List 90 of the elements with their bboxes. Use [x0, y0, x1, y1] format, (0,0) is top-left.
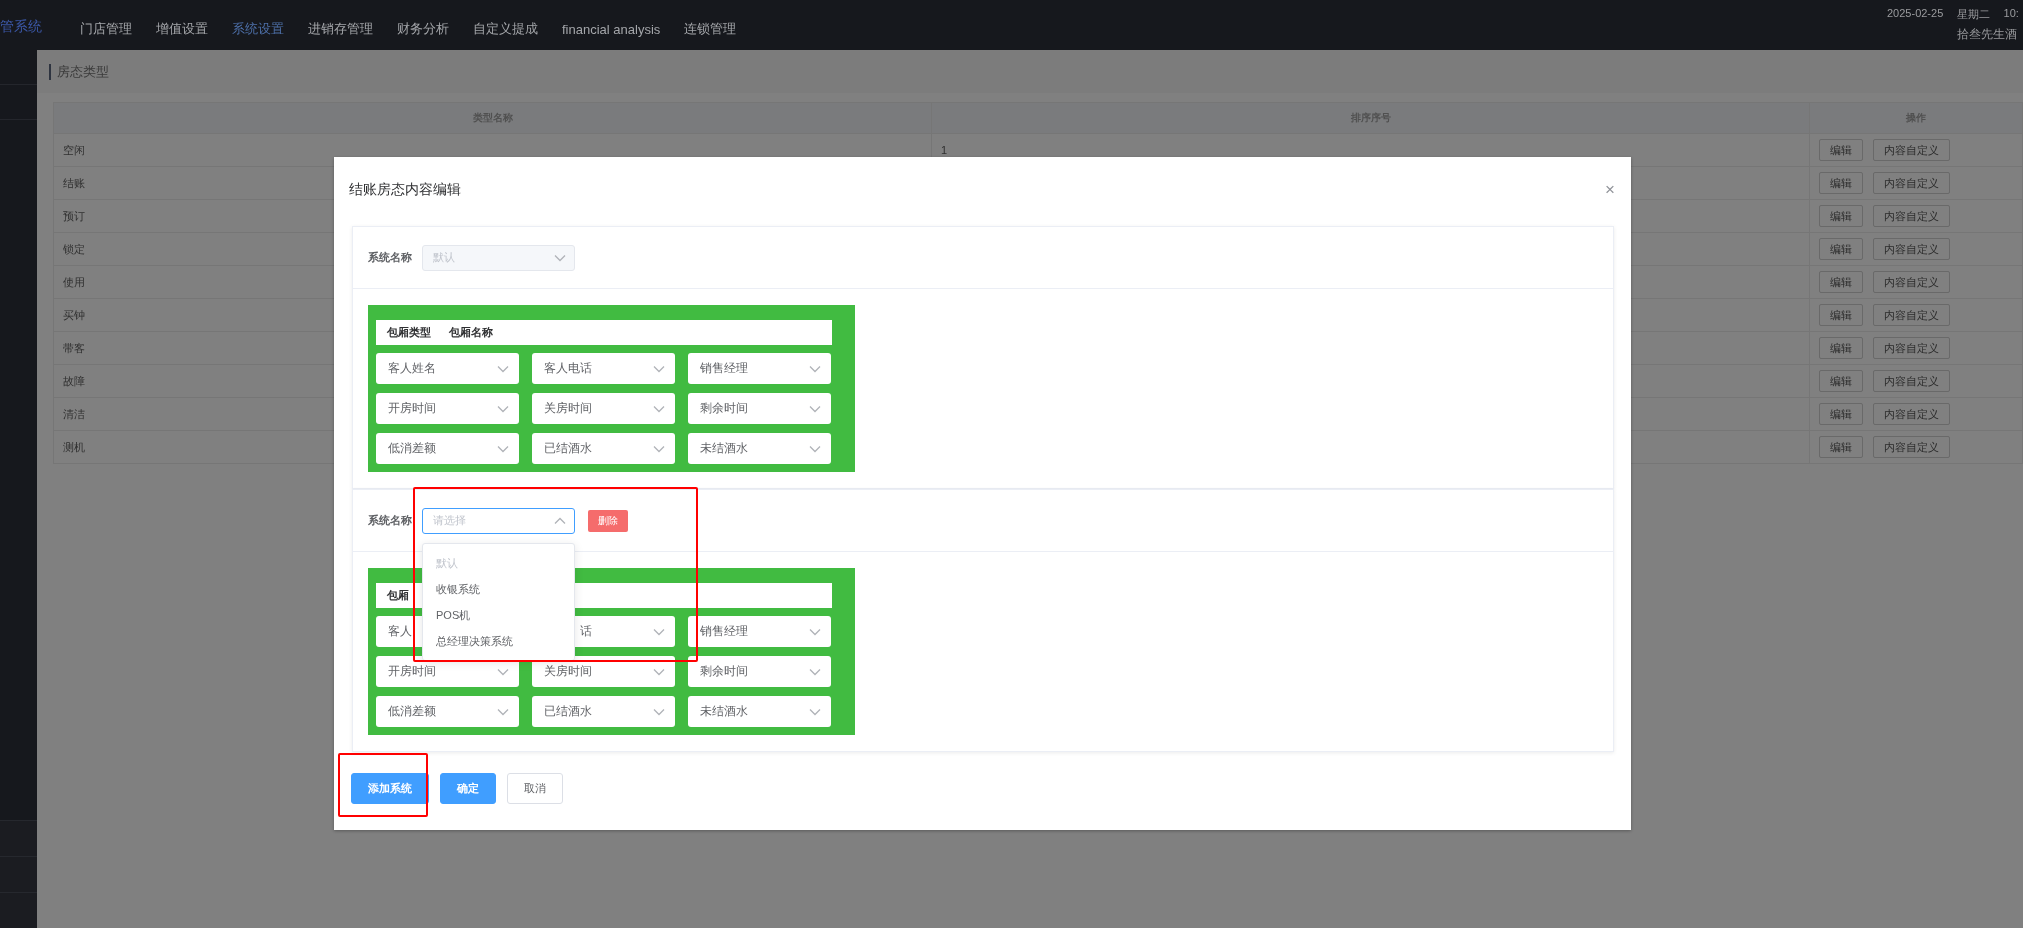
date-text: 2025-02-25 — [1887, 7, 1945, 21]
chevron-down-icon — [497, 707, 509, 716]
table-cell: 测机 — [63, 440, 85, 453]
customize-button[interactable]: 内容自定义 — [1873, 172, 1950, 194]
nav-tab[interactable]: 系统设置 — [220, 20, 296, 38]
chevron-down-icon — [653, 627, 665, 636]
table-cell: 使用 — [63, 275, 85, 288]
chevron-down-icon — [809, 627, 821, 636]
logo-text: 管系统 — [0, 17, 43, 36]
edit-button[interactable]: 编辑 — [1819, 403, 1863, 425]
sidebar-item[interactable] — [0, 820, 37, 856]
sidebar-item[interactable] — [0, 856, 37, 892]
customize-button[interactable]: 内容自定义 — [1873, 436, 1950, 458]
field-select[interactable]: 关房时间 — [532, 393, 675, 424]
chevron-down-icon — [497, 444, 509, 453]
nav-tab[interactable]: financial analysis — [550, 21, 673, 37]
customize-button[interactable]: 内容自定义 — [1873, 337, 1950, 359]
chevron-down-icon — [497, 404, 509, 413]
header-text: 包厢名称 — [449, 325, 493, 340]
customize-button[interactable]: 内容自定义 — [1873, 205, 1950, 227]
edit-button[interactable]: 编辑 — [1819, 304, 1863, 326]
nav-tab[interactable]: 财务分析 — [385, 20, 461, 38]
edit-button[interactable]: 编辑 — [1819, 337, 1863, 359]
chevron-down-icon — [554, 253, 566, 262]
dialog-title: 结账房态内容编辑 — [349, 181, 461, 199]
field-select[interactable]: 低消差额 — [376, 433, 519, 464]
field-select[interactable]: 销售经理 — [688, 353, 831, 384]
nav-tab[interactable]: 自定义提成 — [461, 20, 550, 38]
header-text: 包厢 — [387, 588, 409, 603]
chevron-down-icon — [809, 707, 821, 716]
chevron-down-icon — [653, 667, 665, 676]
edit-button[interactable]: 编辑 — [1819, 238, 1863, 260]
dropdown-option[interactable]: 收银系统 — [423, 575, 574, 602]
chevron-down-icon — [497, 667, 509, 676]
field-select[interactable]: 剩余时间 — [688, 656, 831, 687]
page-title: 房态类型 — [49, 63, 109, 80]
edit-button[interactable]: 编辑 — [1819, 436, 1863, 458]
field-select[interactable]: 销售经理 — [688, 616, 831, 647]
weekday-text: 星期二 — [1956, 7, 1991, 22]
edit-button[interactable]: 编辑 — [1819, 172, 1863, 194]
table-cell: 故障 — [63, 374, 85, 387]
cancel-button[interactable]: 取消 — [507, 773, 563, 804]
customize-button[interactable]: 内容自定义 — [1873, 238, 1950, 260]
table-cell: 带客 — [63, 341, 85, 354]
sidebar-item[interactable] — [0, 892, 37, 928]
time-text: 10: — [2003, 7, 2020, 21]
edit-button[interactable]: 编辑 — [1819, 370, 1863, 392]
edit-button[interactable]: 编辑 — [1819, 139, 1863, 161]
field-select[interactable]: 关房时间 — [532, 656, 675, 687]
field-label: 系统名称 — [368, 250, 413, 265]
field-select[interactable]: 未结酒水 — [688, 433, 831, 464]
nav-tab[interactable]: 连锁管理 — [672, 20, 749, 38]
customize-button[interactable]: 内容自定义 — [1873, 271, 1950, 293]
field-label: 系统名称 — [368, 513, 413, 528]
field-select[interactable]: 低消差额 — [376, 696, 519, 727]
customize-button[interactable]: 内容自定义 — [1873, 304, 1950, 326]
edit-button[interactable]: 编辑 — [1819, 205, 1863, 227]
chevron-down-icon — [497, 364, 509, 373]
table-cell: 清洁 — [63, 407, 85, 420]
chevron-up-icon — [554, 516, 566, 525]
field-select[interactable]: 已结酒水 — [532, 696, 675, 727]
field-select[interactable]: 剩余时间 — [688, 393, 831, 424]
header-text: 包厢类型 — [387, 325, 431, 340]
field-select[interactable]: 未结酒水 — [688, 696, 831, 727]
chevron-down-icon — [809, 404, 821, 413]
table-cell: 结账 — [63, 176, 85, 189]
field-select[interactable]: 客人电话 — [532, 353, 675, 384]
chevron-down-icon — [653, 364, 665, 373]
table-cell: 1 — [941, 144, 948, 156]
field-select[interactable]: 已结酒水 — [532, 433, 675, 464]
customize-button[interactable]: 内容自定义 — [1873, 403, 1950, 425]
nav-tab[interactable]: 门店管理 — [68, 20, 144, 38]
table-cell: 预订 — [63, 209, 85, 222]
chevron-down-icon — [653, 707, 665, 716]
customize-button[interactable]: 内容自定义 — [1873, 370, 1950, 392]
chevron-down-icon — [653, 444, 665, 453]
table-cell: 空闲 — [63, 143, 85, 156]
edit-button[interactable]: 编辑 — [1819, 271, 1863, 293]
chevron-down-icon — [809, 667, 821, 676]
chevron-down-icon — [809, 364, 821, 373]
user-name: 拾叁先生酒 — [1956, 26, 2018, 43]
customize-button[interactable]: 内容自定义 — [1873, 139, 1950, 161]
table-cell: 买钟 — [63, 308, 85, 321]
chevron-down-icon — [653, 404, 665, 413]
table-cell: 锁定 — [63, 242, 85, 255]
nav-tab[interactable]: 增值设置 — [144, 20, 220, 38]
nav-tab[interactable]: 进销存管理 — [296, 20, 385, 38]
field-select[interactable]: 客人姓名 — [376, 353, 519, 384]
field-select[interactable]: 开房时间 — [376, 393, 519, 424]
chevron-down-icon — [809, 444, 821, 453]
